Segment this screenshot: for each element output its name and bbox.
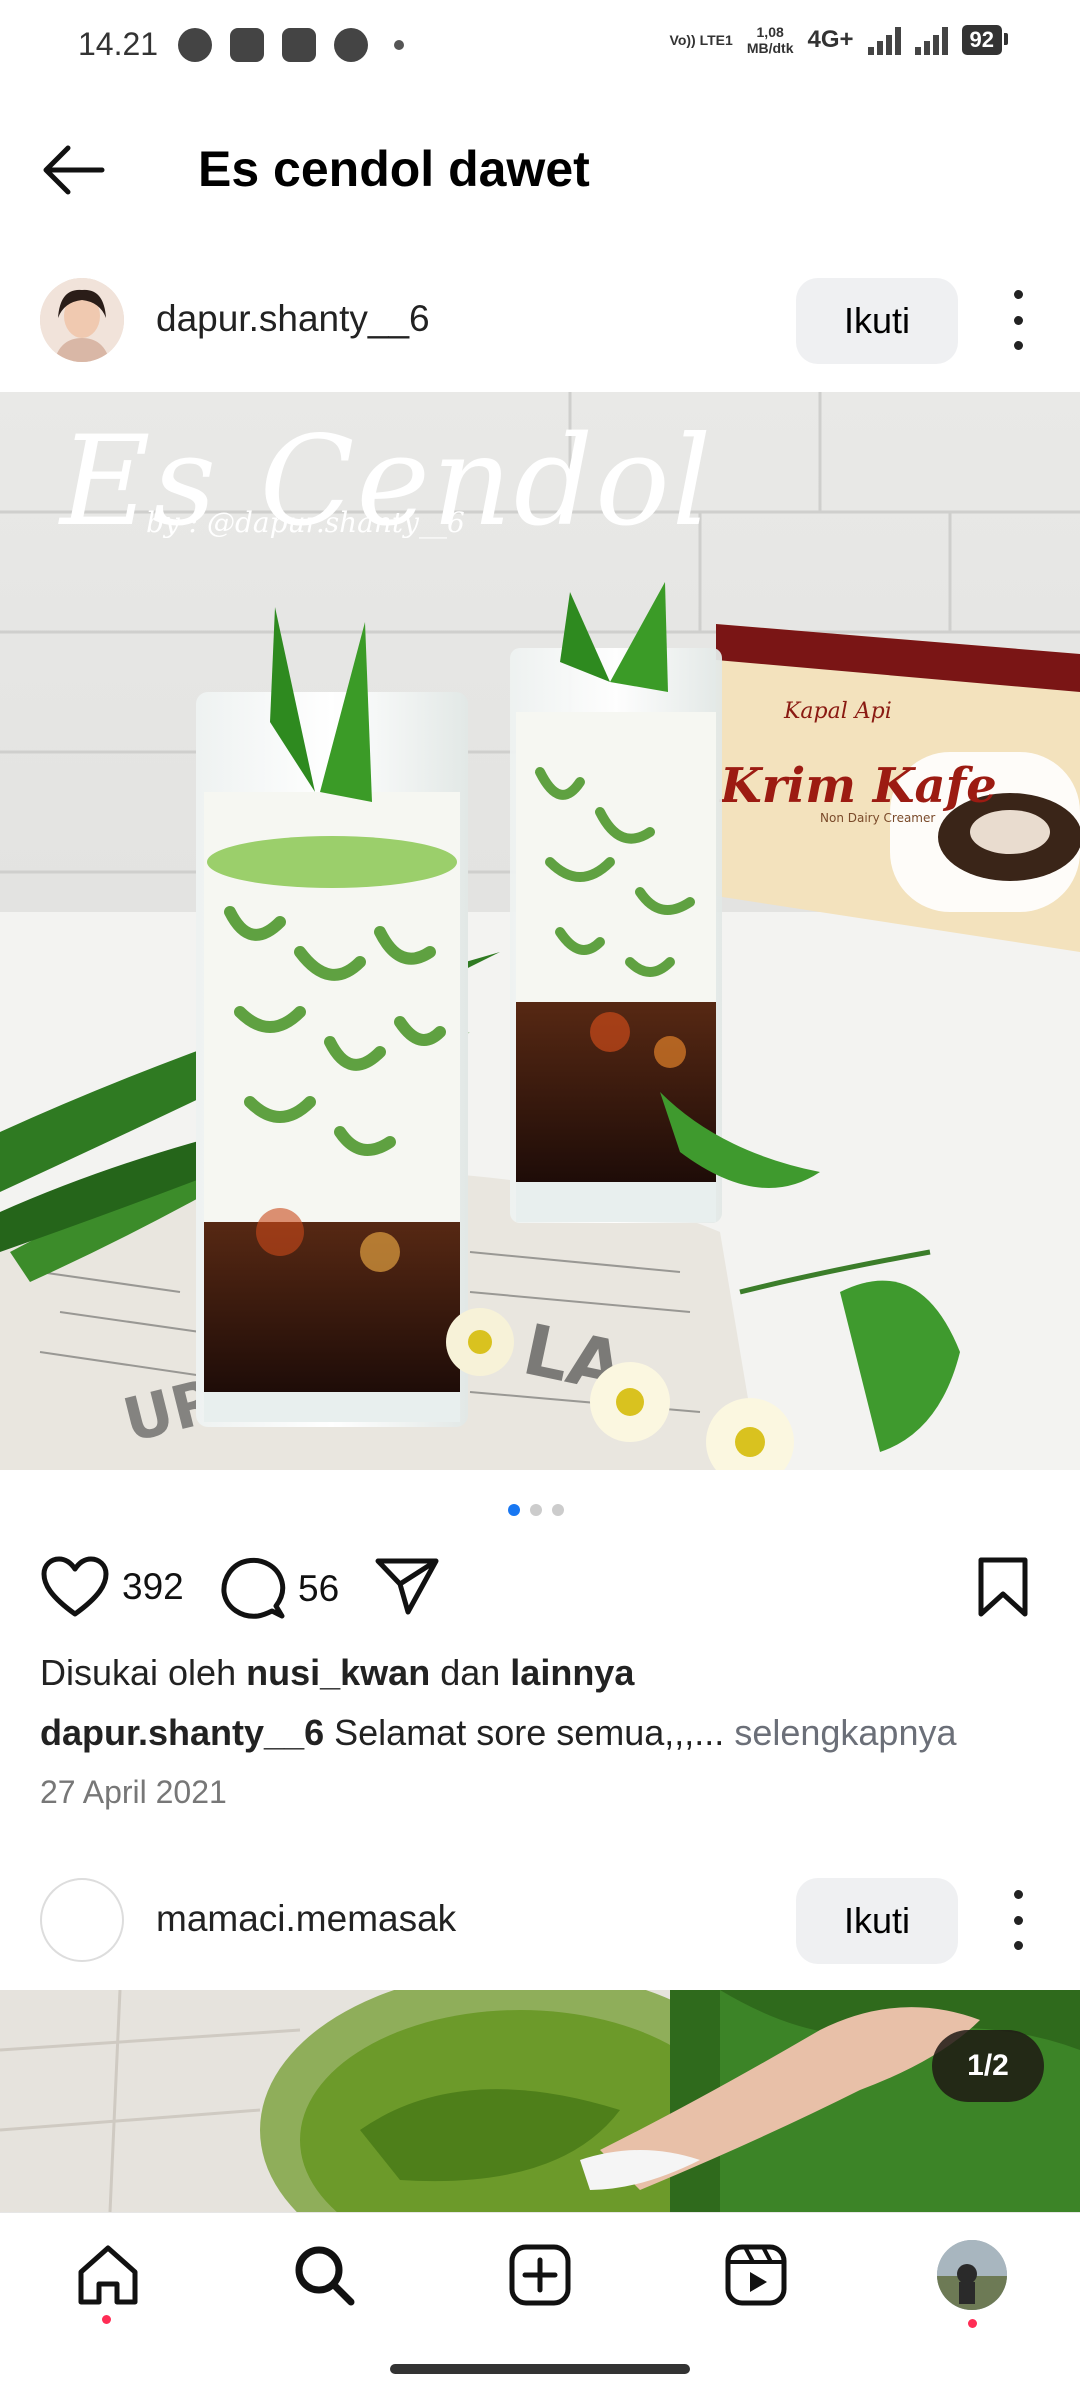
follow-button[interactable]: Ikuti bbox=[796, 1878, 958, 1964]
signal-icon-2 bbox=[914, 25, 948, 55]
save-action[interactable] bbox=[976, 1556, 1030, 1618]
mail-notification-icon bbox=[282, 28, 316, 62]
caption-text: Selamat sore semua,,,... bbox=[334, 1712, 725, 1753]
more-icon[interactable] bbox=[1006, 290, 1030, 350]
comment-action[interactable]: 56 bbox=[220, 1556, 339, 1622]
status-bar: 14.21 Vo)) LTE1 1,08 MB/dtk 4G+ 92 bbox=[0, 0, 1080, 96]
post-header: dapur.shanty__6 Ikuti bbox=[0, 258, 1080, 382]
carousel-dot bbox=[530, 1504, 542, 1516]
reels-icon[interactable] bbox=[720, 2239, 792, 2311]
username[interactable]: dapur.shanty__6 bbox=[156, 298, 430, 340]
notification-icons bbox=[178, 28, 404, 62]
instagram-notification-icon bbox=[230, 28, 264, 62]
chat-notification-icon bbox=[178, 28, 212, 62]
profile-icon[interactable] bbox=[936, 2239, 1008, 2311]
bookmark-icon[interactable] bbox=[976, 1556, 1030, 1618]
network-type: 4G+ bbox=[807, 26, 854, 53]
image-overlay-subtitle: by : @dapur.shanty__6 bbox=[146, 506, 465, 539]
liked-user[interactable]: nusi_kwan bbox=[246, 1652, 430, 1693]
add-icon[interactable] bbox=[504, 2239, 576, 2311]
profile-avatar[interactable] bbox=[937, 2240, 1007, 2310]
carousel-indicator bbox=[508, 1504, 564, 1516]
search-icon[interactable] bbox=[288, 2239, 360, 2311]
network-speed: 1,08 MB/dtk bbox=[747, 24, 794, 56]
avatar[interactable] bbox=[40, 1878, 124, 1962]
status-time: 14.21 bbox=[78, 26, 159, 62]
comment-icon[interactable] bbox=[220, 1556, 286, 1622]
post-date: 27 April 2021 bbox=[40, 1774, 227, 1810]
caption-more-link[interactable]: selengkapnya bbox=[734, 1712, 956, 1753]
compass-notification-icon bbox=[334, 28, 368, 62]
status-right: Vo)) LTE1 1,08 MB/dtk 4G+ 92 bbox=[669, 24, 1009, 56]
battery-icon: 92 bbox=[961, 25, 1009, 55]
likes-count: 392 bbox=[122, 1566, 184, 1607]
share-icon[interactable] bbox=[374, 1556, 440, 1616]
network-speed-unit: MB/dtk bbox=[746, 40, 794, 56]
caption: dapur.shanty__6 Selamat sore semua,,,...… bbox=[40, 1712, 957, 1754]
signal-icon-1 bbox=[867, 25, 901, 55]
liked-and: dan bbox=[440, 1652, 501, 1693]
home-notification-dot bbox=[102, 2315, 111, 2324]
network-speed-value: 1,08 bbox=[756, 24, 784, 40]
liked-others[interactable]: lainnya bbox=[510, 1652, 634, 1693]
volte-indicator: Vo)) LTE1 bbox=[669, 32, 733, 48]
box-brand: Krim Kafe bbox=[718, 758, 997, 814]
profile-notification-dot bbox=[968, 2319, 977, 2328]
post-image[interactable] bbox=[0, 1990, 1080, 2212]
box-logo: Kapal Api bbox=[783, 699, 892, 724]
post-actions: 392 56 bbox=[0, 1550, 1080, 1630]
like-action[interactable]: 392 bbox=[40, 1556, 184, 1618]
liked-prefix: Disukai oleh bbox=[40, 1652, 237, 1693]
carousel-dot bbox=[508, 1504, 520, 1516]
bottom-nav bbox=[0, 2212, 1080, 2339]
header: Es cendol dawet bbox=[0, 110, 1080, 230]
box-sub: Non Dairy Creamer bbox=[820, 811, 935, 825]
more-notifications-dot bbox=[394, 40, 404, 50]
image-counter: 1/2 bbox=[932, 2030, 1044, 2102]
comments-count: 56 bbox=[298, 1568, 340, 1609]
post-header: mamaci.memasak Ikuti bbox=[0, 1858, 1080, 1982]
carousel-dot bbox=[552, 1504, 564, 1516]
more-icon[interactable] bbox=[1006, 1890, 1030, 1950]
page-title: Es cendol dawet bbox=[198, 141, 590, 197]
back-arrow-icon[interactable] bbox=[38, 140, 108, 200]
caption-username[interactable]: dapur.shanty__6 bbox=[40, 1712, 324, 1753]
username[interactable]: mamaci.memasak bbox=[156, 1898, 456, 1940]
gesture-bar bbox=[390, 2364, 690, 2374]
heart-icon[interactable] bbox=[40, 1556, 110, 1618]
avatar[interactable] bbox=[40, 278, 124, 362]
home-icon[interactable] bbox=[72, 2239, 144, 2311]
liked-by[interactable]: Disukai oleh nusi_kwan dan lainnya bbox=[40, 1652, 634, 1694]
follow-button[interactable]: Ikuti bbox=[796, 278, 958, 364]
share-action[interactable] bbox=[374, 1556, 440, 1616]
